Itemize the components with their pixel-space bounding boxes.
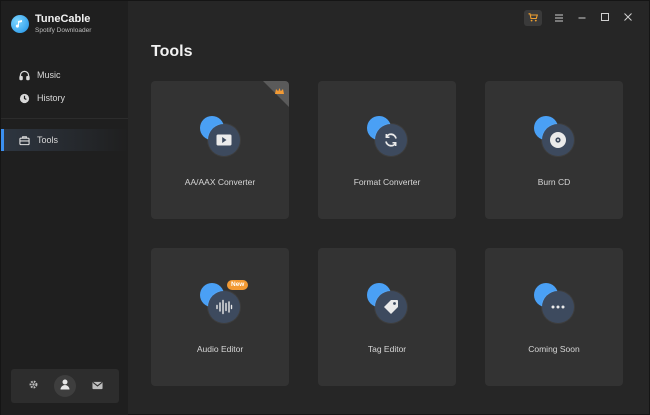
account-button[interactable]: [54, 375, 76, 397]
brand: TuneCable Spotify Downloader: [11, 13, 91, 35]
sidebar-item-label: History: [37, 93, 66, 103]
card-icon: [200, 116, 242, 158]
card-icon: [534, 116, 576, 158]
headphones-icon: [18, 69, 30, 81]
sidebar-bottom-bar: [11, 369, 119, 403]
tool-card-format-converter[interactable]: Format Converter: [318, 81, 456, 219]
tool-card-coming-soon[interactable]: Coming Soon: [485, 248, 623, 386]
card-icon: [367, 116, 409, 158]
sidebar-item-history[interactable]: History: [1, 87, 128, 109]
app-name: TuneCable: [35, 13, 91, 25]
maximize-button[interactable]: [594, 10, 616, 26]
toolbox-icon: [18, 134, 30, 146]
tool-card-aax-converter[interactable]: AA/AAX Converter: [151, 81, 289, 219]
clock-icon: [18, 92, 30, 104]
hamburger-menu-icon: [554, 9, 564, 27]
sidebar-item-label: Tools: [37, 135, 59, 145]
settings-button[interactable]: [22, 375, 44, 397]
card-label: Tag Editor: [367, 344, 407, 354]
sidebar-divider: [1, 118, 128, 119]
card-label: Coming Soon: [528, 344, 580, 354]
tool-card-tag-editor[interactable]: Tag Editor: [318, 248, 456, 386]
feedback-button[interactable]: [86, 375, 108, 397]
menu-button[interactable]: [548, 10, 570, 26]
title-bar-controls: [523, 10, 639, 26]
play-icon: [208, 124, 240, 156]
page-title: Tools: [151, 43, 193, 60]
more-icon: [542, 291, 574, 323]
card-label: Burn CD: [537, 177, 571, 187]
store-button[interactable]: [524, 10, 542, 26]
card-label: Format Converter: [353, 177, 421, 187]
card-label: AA/AAX Converter: [184, 177, 256, 187]
app-logo-icon: [11, 15, 29, 33]
premium-crown-icon: [274, 84, 285, 95]
sidebar: TuneCable Spotify Downloader Music Histo…: [1, 1, 128, 415]
gear-icon: [28, 377, 39, 395]
minimize-icon: [577, 9, 587, 27]
close-icon: [623, 9, 633, 27]
tool-card-burn-cd[interactable]: Burn CD: [485, 81, 623, 219]
disc-icon: [542, 124, 574, 156]
refresh-icon: [375, 124, 407, 156]
close-button[interactable]: [617, 10, 639, 26]
minimize-button[interactable]: [571, 10, 593, 26]
maximize-icon: [600, 9, 610, 27]
card-label: Audio Editor: [196, 344, 244, 354]
mail-icon: [91, 377, 103, 395]
app-subtitle: Spotify Downloader: [35, 27, 92, 34]
avatar-icon: [59, 377, 71, 395]
card-icon: [534, 283, 576, 325]
tag-icon: [375, 291, 407, 323]
cart-icon: [528, 9, 539, 27]
waveform-icon: [208, 291, 240, 323]
card-icon: [367, 283, 409, 325]
sidebar-item-label: Music: [37, 70, 61, 80]
app-window: TuneCable Spotify Downloader Music Histo…: [0, 0, 650, 415]
sidebar-item-music[interactable]: Music: [1, 64, 128, 86]
sidebar-item-tools[interactable]: Tools: [1, 129, 128, 151]
tool-card-audio-editor[interactable]: New Audio Editor: [151, 248, 289, 386]
new-badge: New: [227, 280, 249, 290]
